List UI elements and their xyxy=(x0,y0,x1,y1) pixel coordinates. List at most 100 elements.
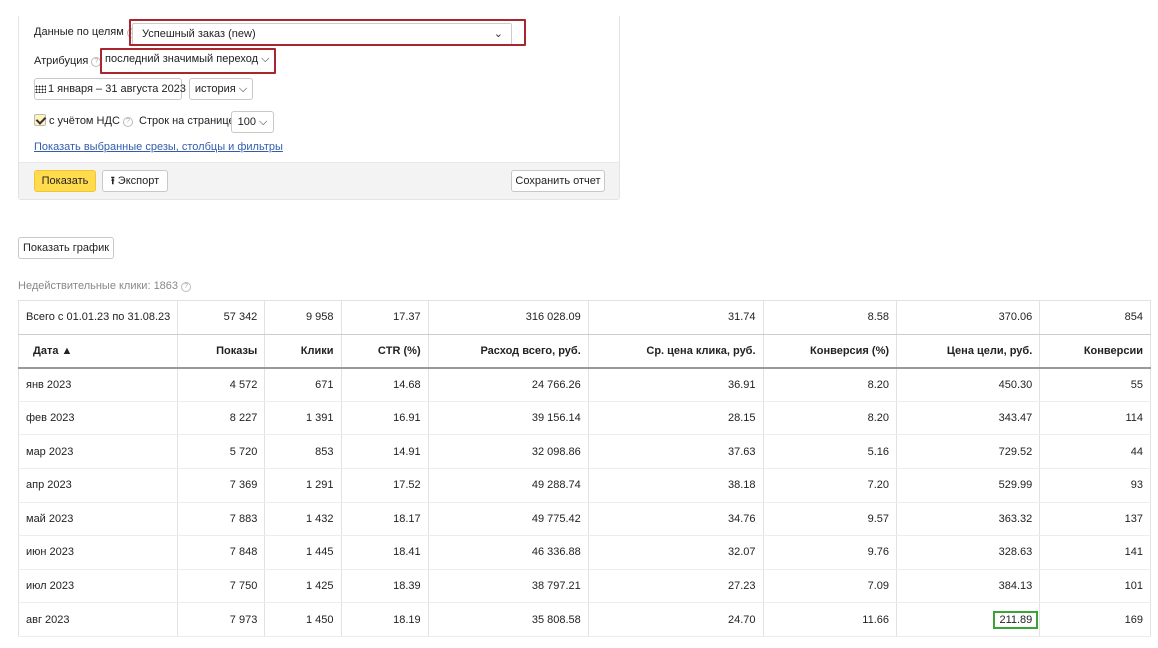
rows-per-page-value: 100 xyxy=(237,116,256,128)
table-row: авг 2023 7 973 1 450 18.19 35 808.58 24.70 11.… xyxy=(17,602,1151,637)
table-cell: 32 098.86 xyxy=(428,434,589,469)
column-header[interactable]: Клики xyxy=(264,334,342,369)
show-button[interactable]: Показать xyxy=(34,170,96,192)
table-cell: 7 973 xyxy=(177,602,266,637)
column-header[interactable]: Ср. цена клика, руб. xyxy=(588,334,764,369)
show-slices-link[interactable]: Показать выбранные срезы, столбцы и филь… xyxy=(34,141,283,153)
table-cell: авг 2023 xyxy=(17,602,179,637)
table-cell: 137 xyxy=(1039,502,1151,537)
table-cell: 114 xyxy=(1039,401,1151,436)
table-cell: 1 445 xyxy=(264,535,342,570)
invalid-clicks-text: Недействительные клики: 1863 xyxy=(18,280,179,292)
table-cell: 24 766.26 xyxy=(428,367,589,402)
table-cell: 14.68 xyxy=(341,367,429,402)
attribution-label: Атрибуция? xyxy=(34,55,102,67)
table-cell: 8 227 xyxy=(177,401,266,436)
table-cell: 853 xyxy=(264,434,342,469)
column-header[interactable]: Показы xyxy=(177,334,266,369)
column-header[interactable]: Цена цели, руб. xyxy=(896,334,1041,369)
rows-per-page-select[interactable]: 100 ⌵ xyxy=(231,111,274,133)
table-cell: 17.52 xyxy=(341,468,429,503)
total-cell: 8.58 xyxy=(763,300,898,335)
table-cell: 93 xyxy=(1039,468,1151,503)
table-cell: 38.18 xyxy=(588,468,764,503)
chevron-down-icon: ⌵ xyxy=(259,116,268,128)
table-row: апр 2023 7 369 1 291 17.52 49 288.74 38.18 7.2… xyxy=(17,468,1151,503)
history-label: история xyxy=(194,83,236,95)
statistics-table: Всего с 01.01.23 по 31.08.23 57 342 9 958 1… xyxy=(17,300,1151,637)
table-cell: 7 369 xyxy=(177,468,266,503)
sort-date-header[interactable]: Дата ▲ xyxy=(17,334,179,369)
table-cell: 5 720 xyxy=(177,434,266,469)
table-cell: 384.13 xyxy=(896,569,1041,604)
total-cell: 31.74 xyxy=(588,300,764,335)
table-cell: 11.66 xyxy=(763,602,898,637)
date-range-picker[interactable]: 1 января – 31 августа 2023 xyxy=(34,78,186,100)
table-cell: 49 775.42 xyxy=(428,502,589,537)
table-cell: 343.47 xyxy=(896,401,1041,436)
column-header[interactable]: Конверсии xyxy=(1039,334,1151,369)
table-cell: 4 572 xyxy=(177,367,266,402)
calendar-icon xyxy=(35,85,46,93)
table-cell: 7 750 xyxy=(177,569,266,604)
goal-highlight-frame xyxy=(129,19,526,46)
table-row: фев 2023 8 227 1 391 16.91 39 156.14 28.15 8.2… xyxy=(17,401,1151,436)
vat-label: с учётом НДС? xyxy=(49,115,133,127)
table-cell: 16.91 xyxy=(341,401,429,436)
table-row: июл 2023 7 750 1 425 18.39 38 797.21 27.23 7.0… xyxy=(17,569,1151,604)
attribution-highlight-frame xyxy=(100,48,276,74)
table-cell: 34.76 xyxy=(588,502,764,537)
total-cell: 57 342 xyxy=(177,300,266,335)
help-icon[interactable]: ? xyxy=(122,117,133,127)
history-select[interactable]: история ⌵ xyxy=(189,78,253,100)
date-range-value: 1 января – 31 августа 2023 xyxy=(48,83,186,95)
column-header[interactable]: Расход всего, руб. xyxy=(428,334,589,369)
table-cell: 328.63 xyxy=(896,535,1041,570)
table-cell: 35 808.58 xyxy=(428,602,589,637)
column-header[interactable]: CTR (%) xyxy=(341,334,429,369)
show-chart-button[interactable]: Показать график xyxy=(18,237,114,259)
table-cell: 18.17 xyxy=(341,502,429,537)
report-settings-panel: Данные по целям? Успешный заказ (new) ⌄ … xyxy=(18,16,620,200)
save-report-button[interactable]: Сохранить отчет xyxy=(511,170,605,192)
table-cell: июл 2023 xyxy=(17,569,179,604)
table-cell: 141 xyxy=(1039,535,1151,570)
table-cell: 450.30 xyxy=(896,367,1041,402)
table-cell: май 2023 xyxy=(17,502,179,537)
highlighted-goal-price: 211.89 xyxy=(993,610,1039,629)
vat-checkbox[interactable] xyxy=(34,114,46,126)
table-cell: 55 xyxy=(1039,367,1151,402)
table-cell: июн 2023 xyxy=(17,535,179,570)
header-row: Дата ▲ Показы Клики CTR (%) Расход всего, ру… xyxy=(17,334,1151,369)
table-cell: 49 288.74 xyxy=(428,468,589,503)
table-cell: 9.57 xyxy=(763,502,898,537)
table-cell: 18.39 xyxy=(341,569,429,604)
export-button[interactable]: ⭱ Экспорт xyxy=(102,170,168,192)
table-cell: 5.16 xyxy=(763,434,898,469)
table-cell: мар 2023 xyxy=(17,434,179,469)
table-cell: 36.91 xyxy=(588,367,764,402)
table-cell: 46 336.88 xyxy=(428,535,589,570)
chevron-down-icon: ⌵ xyxy=(238,83,248,95)
table-row: янв 2023 4 572 671 14.68 24 766.26 36.91 8.20 4… xyxy=(17,367,1151,402)
table-cell: 7 883 xyxy=(177,502,266,537)
table-row: июн 2023 7 848 1 445 18.41 46 336.88 32.07 9.7… xyxy=(17,535,1151,570)
table-cell: апр 2023 xyxy=(17,468,179,503)
table-cell: 7 848 xyxy=(177,535,266,570)
table-cell: 363.32 xyxy=(896,502,1041,537)
help-icon[interactable]: ? xyxy=(181,282,192,292)
total-cell: 17.37 xyxy=(341,300,429,335)
table-cell: 32.07 xyxy=(588,535,764,570)
table-cell: 44 xyxy=(1039,434,1151,469)
table-cell: 1 432 xyxy=(264,502,342,537)
total-cell: 316 028.09 xyxy=(428,300,589,335)
rows-per-page-label: Строк на странице xyxy=(139,115,235,127)
table-cell: 169 xyxy=(1039,602,1151,637)
column-header[interactable]: Конверсия (%) xyxy=(763,334,898,369)
table-cell: 8.20 xyxy=(763,401,898,436)
table-cell: 101 xyxy=(1039,569,1151,604)
table-cell: 211.89 xyxy=(896,602,1041,637)
table-cell: 28.15 xyxy=(588,401,764,436)
table-cell: 9.76 xyxy=(763,535,898,570)
export-label: Экспорт xyxy=(117,175,160,187)
